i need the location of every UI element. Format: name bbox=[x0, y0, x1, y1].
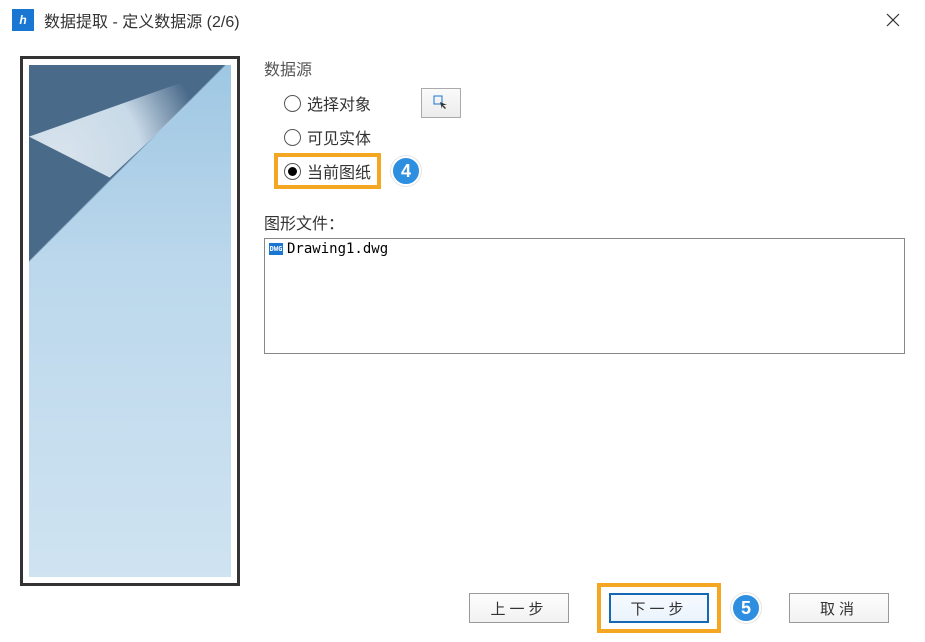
radio-label-text: 选择对象 bbox=[307, 91, 371, 115]
select-objects-button[interactable] bbox=[421, 88, 461, 118]
options-pane: 数据源 选择对象 可见实体 bbox=[264, 56, 905, 580]
highlight-box-5: 下一步 bbox=[597, 583, 721, 633]
button-bar: 上一步 下一步 5 取消 bbox=[0, 580, 925, 636]
prev-button[interactable]: 上一步 bbox=[469, 593, 569, 623]
radio-select-objects[interactable]: 选择对象 bbox=[284, 91, 371, 115]
radio-visible-entities[interactable]: 可见实体 bbox=[284, 125, 371, 149]
radio-current-drawing[interactable]: 当前图纸 bbox=[284, 159, 371, 183]
drawing-files-list[interactable]: DWG Drawing1.dwg bbox=[264, 238, 905, 354]
next-button[interactable]: 下一步 bbox=[609, 593, 709, 623]
select-icon bbox=[433, 95, 449, 111]
button-label: 下一步 bbox=[630, 598, 687, 619]
highlight-box-4: 当前图纸 bbox=[274, 153, 381, 189]
preview-pane bbox=[20, 56, 240, 586]
radio-row-current-drawing: 当前图纸 4 bbox=[284, 154, 905, 188]
button-label: 上一步 bbox=[490, 598, 547, 619]
radio-icon bbox=[284, 95, 301, 112]
drawing-files-label: 图形文件： bbox=[264, 210, 905, 234]
data-source-label: 数据源 bbox=[264, 56, 905, 80]
close-icon bbox=[886, 13, 900, 27]
callout-badge-4: 4 bbox=[391, 156, 421, 186]
button-label: 取消 bbox=[820, 598, 858, 619]
content-area: 数据源 选择对象 可见实体 bbox=[0, 40, 925, 580]
app-icon: h bbox=[12, 9, 34, 31]
dwg-file-icon: DWG bbox=[269, 243, 283, 255]
radio-icon-checked bbox=[284, 163, 301, 180]
preview-graphic bbox=[29, 65, 231, 577]
close-button[interactable] bbox=[873, 5, 913, 35]
callout-badge-5: 5 bbox=[731, 593, 761, 623]
radio-label-text: 当前图纸 bbox=[307, 159, 371, 183]
file-name: Drawing1.dwg bbox=[287, 241, 388, 257]
titlebar: h 数据提取 - 定义数据源 (2/6) bbox=[0, 0, 925, 40]
data-source-radio-group: 选择对象 可见实体 当 bbox=[264, 86, 905, 188]
window-title: 数据提取 - 定义数据源 (2/6) bbox=[44, 8, 240, 32]
radio-icon bbox=[284, 129, 301, 146]
list-item[interactable]: DWG Drawing1.dwg bbox=[267, 241, 902, 257]
cancel-button[interactable]: 取消 bbox=[789, 593, 889, 623]
radio-label-text: 可见实体 bbox=[307, 125, 371, 149]
radio-row-visible-entities: 可见实体 bbox=[284, 120, 905, 154]
radio-row-select-objects: 选择对象 bbox=[284, 86, 905, 120]
